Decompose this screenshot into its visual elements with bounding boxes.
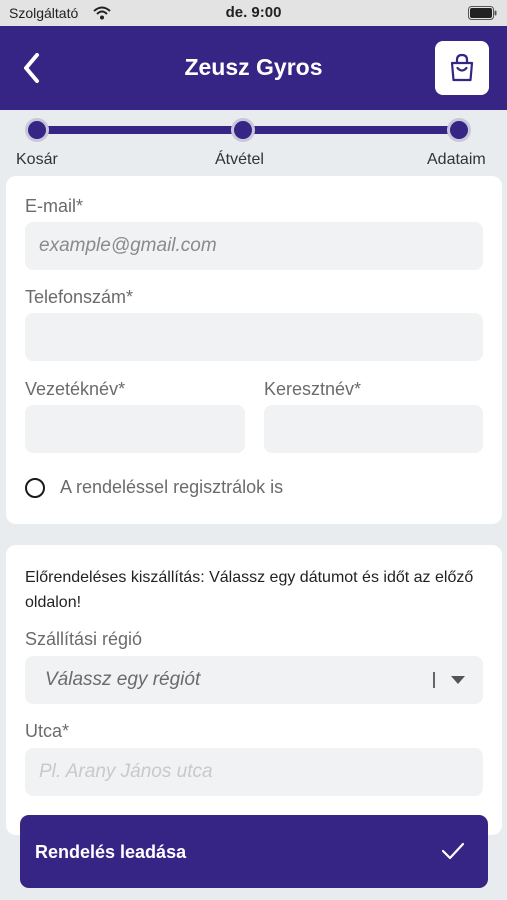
- select-separator: [433, 672, 435, 688]
- street-field[interactable]: [25, 748, 483, 796]
- page-title: Zeusz Gyros: [184, 54, 323, 80]
- preorder-notice: Előrendeléses kiszállítás: Válassz egy d…: [25, 569, 474, 611]
- shopping-bag-icon: [450, 53, 474, 82]
- status-time: de. 9:00: [225, 4, 282, 21]
- region-select[interactable]: Válassz egy régiót: [25, 656, 483, 704]
- step-dot-cart: [25, 118, 49, 142]
- chevron-down-icon: [451, 676, 465, 684]
- register-option-label[interactable]: A rendeléssel regisztrálok is: [60, 477, 283, 498]
- app-header: Zeusz Gyros: [0, 26, 507, 110]
- email-label: E-mail*: [25, 196, 84, 216]
- step-label-details: Adataim: [427, 151, 486, 168]
- last-name-field[interactable]: [25, 405, 245, 453]
- region-label: Szállítási régió: [25, 629, 143, 649]
- phone-label: Telefonszám*: [25, 287, 134, 307]
- check-icon: [441, 842, 465, 860]
- street-label: Utca*: [25, 721, 70, 741]
- first-name-field[interactable]: [264, 405, 483, 453]
- step-label-cart: Kosár: [16, 151, 58, 168]
- place-order-label: Rendelés leadása: [35, 842, 187, 862]
- battery-icon: [468, 6, 497, 20]
- region-select-value: Válassz egy régiót: [45, 669, 201, 690]
- step-label-pickup: Átvétel: [215, 151, 264, 168]
- register-radio-icon[interactable]: [25, 478, 45, 498]
- checkout-stepper: Kosár Átvétel Adataim: [0, 110, 507, 174]
- email-field[interactable]: [25, 222, 483, 270]
- place-order-button[interactable]: Rendelés leadása: [20, 815, 488, 888]
- phone-field[interactable]: [25, 313, 483, 361]
- status-bar: Szolgáltató de. 9:00: [0, 0, 507, 26]
- last-name-label: Vezetéknév*: [25, 379, 126, 399]
- step-dot-pickup: [231, 118, 255, 142]
- delivery-form-card: Előrendeléses kiszállítás: Válassz egy d…: [6, 545, 502, 835]
- contact-form-card: E-mail* Telefonszám* Vezetéknév* Kereszt…: [6, 176, 502, 524]
- step-dot-details: [447, 118, 471, 142]
- first-name-label: Keresztnév*: [264, 379, 362, 399]
- cart-button[interactable]: [435, 41, 489, 95]
